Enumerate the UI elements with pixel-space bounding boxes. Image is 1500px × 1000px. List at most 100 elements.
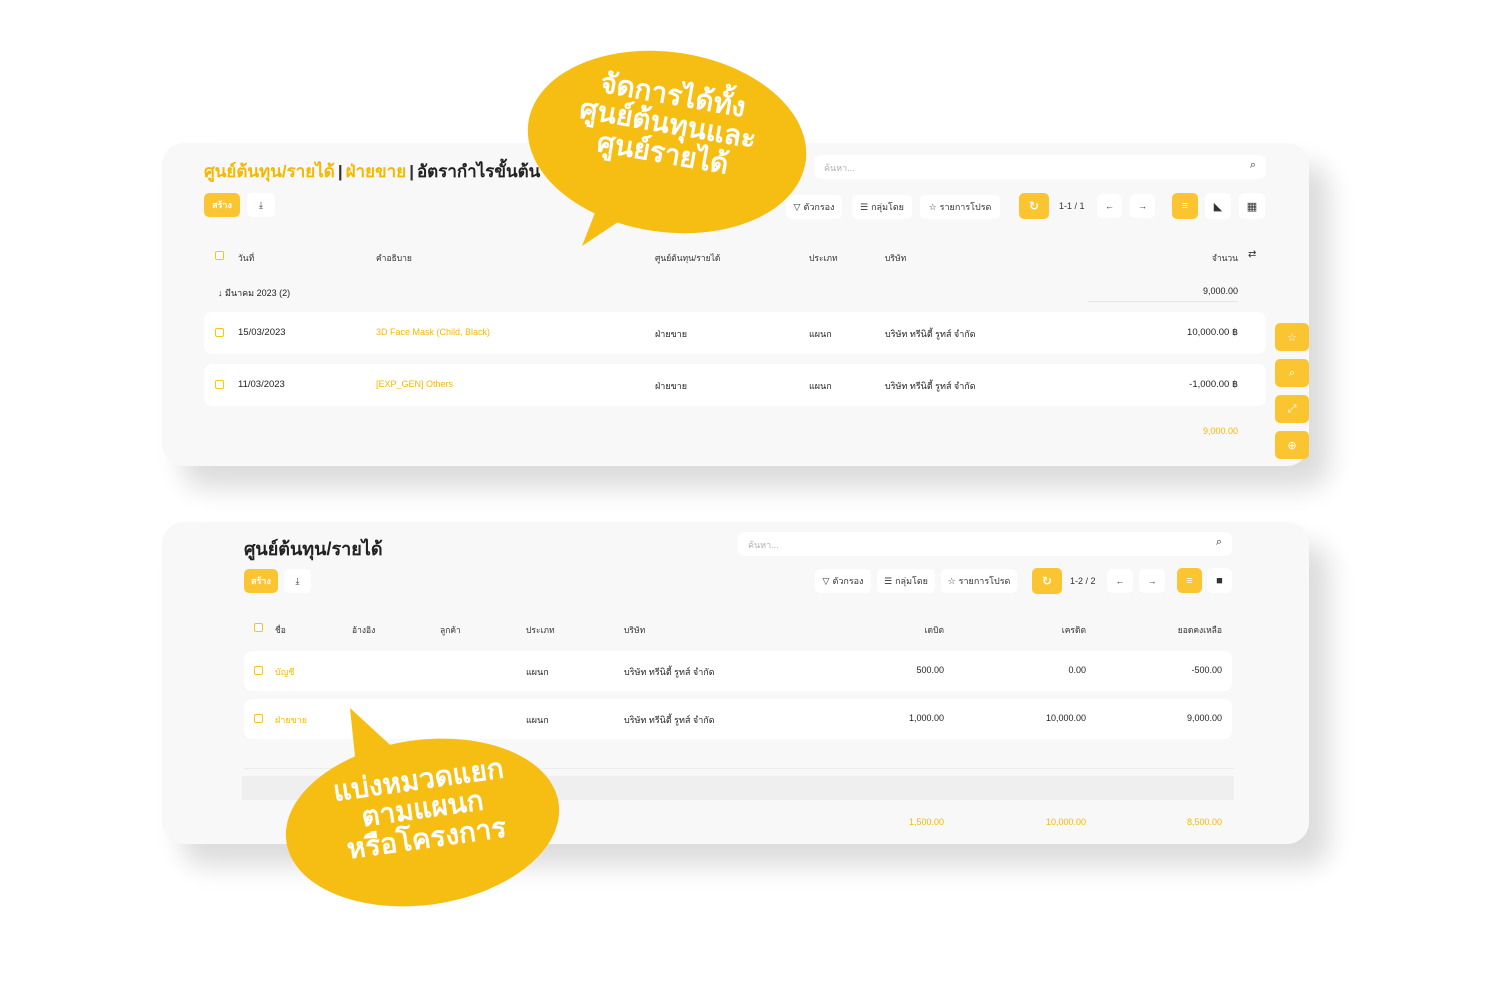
star-icon: ☆	[947, 575, 956, 586]
breadcrumb-cost-center[interactable]: ศูนย์ต้นทุน/รายได้	[204, 162, 335, 181]
filter-button[interactable]: ▽ ตัวกรอง	[786, 195, 842, 219]
pager-value[interactable]: 1-2 / 2	[1070, 576, 1096, 586]
table-row[interactable]: บัญชี แผนก บริษัท ทรีนิตี้ รูทส์ จำกัด 5…	[244, 651, 1232, 691]
refresh-icon[interactable]: ↻	[1032, 568, 1062, 594]
col-company[interactable]: บริษัท	[885, 251, 906, 265]
total-debit: 1,500.00	[908, 817, 944, 827]
kanban-view-icon[interactable]: ■	[1207, 568, 1232, 593]
row-description[interactable]: 3D Face Mask (Child, Black)	[376, 327, 490, 337]
row-date: 15/03/2023	[238, 327, 286, 338]
col-amount[interactable]: จำนวน	[1142, 251, 1238, 265]
download-icon[interactable]: ⤓	[284, 569, 311, 593]
search-bar[interactable]: ค้นหา... ⌕	[738, 532, 1232, 556]
group-by-button[interactable]: ☰ กลุ่มโดย	[877, 569, 935, 593]
pivot-view-icon[interactable]: ▦	[1239, 193, 1265, 219]
table-row[interactable]: 15/03/2023 3D Face Mask (Child, Black) ฝ…	[204, 312, 1266, 354]
prev-arrow-icon[interactable]: ←	[1097, 194, 1122, 218]
row-company: บริษัท ทรีนิตี้ รูทส์ จำกัด	[885, 381, 976, 391]
row-type: แผนก	[526, 667, 549, 677]
total-balance: 8,500.00	[1186, 817, 1222, 827]
table-row[interactable]: 11/03/2023 [EXP_GEN] Others ฝ่ายขาย แผนก…	[204, 364, 1266, 406]
divider	[1088, 301, 1238, 302]
breadcrumb-current: อัตรากำไรขั้นต้น	[416, 162, 541, 181]
filter-icon: ▽	[822, 575, 830, 586]
row-debit: 1,000.00	[908, 713, 944, 723]
favorites-button[interactable]: ☆ รายการโปรด	[920, 195, 1000, 219]
col-company[interactable]: บริษัท	[624, 623, 645, 637]
create-button[interactable]: สร้าง	[204, 193, 240, 217]
col-type[interactable]: ประเภท	[526, 623, 555, 637]
row-company: บริษัท ทรีนิตี้ รูทส์ จำกัด	[624, 715, 715, 725]
page-title: ศูนย์ต้นทุน/รายได้	[244, 539, 383, 559]
row-balance: -500.00	[1191, 665, 1222, 675]
filter-icon: ▽	[793, 201, 801, 212]
download-icon[interactable]: ⤓	[247, 193, 275, 217]
row-cost-center: ฝ่ายขาย	[655, 381, 688, 391]
next-arrow-icon[interactable]: →	[1139, 569, 1165, 593]
row-checkbox[interactable]	[254, 714, 263, 723]
row-type: แผนก	[809, 381, 832, 391]
breadcrumb: ศูนย์ต้นทุน/รายได้ | ฝ่ายขาย | อัตรากำไรขั้น…	[204, 162, 541, 181]
row-company: บริษัท ทรีนิตี้ รูทส์ จำกัด	[885, 329, 976, 339]
zoom-icon[interactable]: ⊕	[1275, 431, 1309, 459]
row-type: แผนก	[526, 715, 549, 725]
search-icon[interactable]: ⌕	[1250, 159, 1256, 172]
pager-value[interactable]: 1-1 / 1	[1059, 201, 1085, 211]
create-button[interactable]: สร้าง	[244, 569, 278, 593]
search-input[interactable]: ค้นหา...	[824, 161, 855, 175]
search-bar[interactable]: ค้นหา... ⌕	[814, 155, 1266, 179]
refresh-icon[interactable]: ↻	[1019, 193, 1049, 219]
next-arrow-icon[interactable]: →	[1130, 194, 1155, 218]
group-by-button[interactable]: ☰ กลุ่มโดย	[852, 195, 912, 219]
row-debit: 500.00	[916, 665, 944, 675]
row-credit: 10,000.00	[1045, 713, 1086, 723]
star-icon: ☆	[928, 201, 937, 212]
group-row[interactable]: ↓ มีนาคม 2023 (2)	[218, 286, 290, 300]
select-all-checkbox[interactable]	[215, 251, 224, 260]
col-type[interactable]: ประเภท	[809, 251, 838, 265]
list-view-icon[interactable]: ≡	[1177, 568, 1202, 593]
row-checkbox[interactable]	[254, 666, 263, 675]
favorite-icon[interactable]: ☆	[1275, 323, 1309, 351]
col-description[interactable]: คำอธิบาย	[376, 251, 412, 265]
chevron-down-icon: ↓	[218, 288, 223, 298]
row-name[interactable]: บัญชี	[275, 665, 295, 679]
search-icon[interactable]: ⌕	[1275, 359, 1309, 387]
expand-icon[interactable]: ⤢	[1275, 395, 1309, 423]
row-amount: 10,000.00 ฿	[1187, 327, 1238, 338]
row-name[interactable]: ฝ่ายขาย	[275, 713, 307, 727]
layers-icon: ☰	[860, 201, 869, 212]
row-cost-center: ฝ่ายขาย	[655, 329, 688, 339]
layers-icon: ☰	[884, 575, 893, 586]
list-view-icon[interactable]: ≡	[1172, 193, 1198, 219]
search-input[interactable]: ค้นหา...	[748, 538, 779, 552]
col-customer[interactable]: ลูกค้า	[440, 623, 461, 637]
row-amount: -1,000.00 ฿	[1189, 379, 1238, 390]
favorites-button[interactable]: ☆ รายการโปรด	[941, 569, 1017, 593]
graph-view-icon[interactable]: ◣	[1205, 193, 1231, 219]
col-reference[interactable]: อ้างอิง	[352, 623, 375, 637]
row-date: 11/03/2023	[238, 379, 285, 390]
row-credit: 0.00	[1068, 665, 1086, 675]
row-description[interactable]: [EXP_GEN] Others	[376, 379, 453, 389]
group-total: 9,000.00	[1202, 286, 1238, 296]
column-settings-icon[interactable]: ⇄	[1248, 249, 1256, 260]
col-debit[interactable]: เดบิต	[862, 623, 944, 637]
col-cost-center[interactable]: ศูนย์ต้นทุน/รายได้	[655, 251, 720, 265]
col-credit[interactable]: เครดิต	[1004, 623, 1086, 637]
filter-button[interactable]: ▽ ตัวกรอง	[815, 569, 871, 593]
row-company: บริษัท ทรีนิตี้ รูทส์ จำกัด	[624, 667, 715, 677]
breadcrumb-sales[interactable]: ฝ่ายขาย	[346, 162, 407, 181]
row-checkbox[interactable]	[215, 380, 224, 389]
search-icon[interactable]: ⌕	[1216, 536, 1222, 549]
footer-total: 9,000.00	[1202, 426, 1238, 436]
row-checkbox[interactable]	[215, 328, 224, 337]
row-type: แผนก	[809, 329, 832, 339]
col-name[interactable]: ชื่อ	[275, 623, 286, 637]
col-balance[interactable]: ยอดคงเหลือ	[1132, 623, 1222, 637]
prev-arrow-icon[interactable]: ←	[1107, 569, 1133, 593]
total-credit: 10,000.00	[1045, 817, 1086, 827]
col-date[interactable]: วันที่	[238, 251, 254, 265]
select-all-checkbox[interactable]	[254, 623, 263, 632]
row-balance: 9,000.00	[1186, 713, 1222, 723]
